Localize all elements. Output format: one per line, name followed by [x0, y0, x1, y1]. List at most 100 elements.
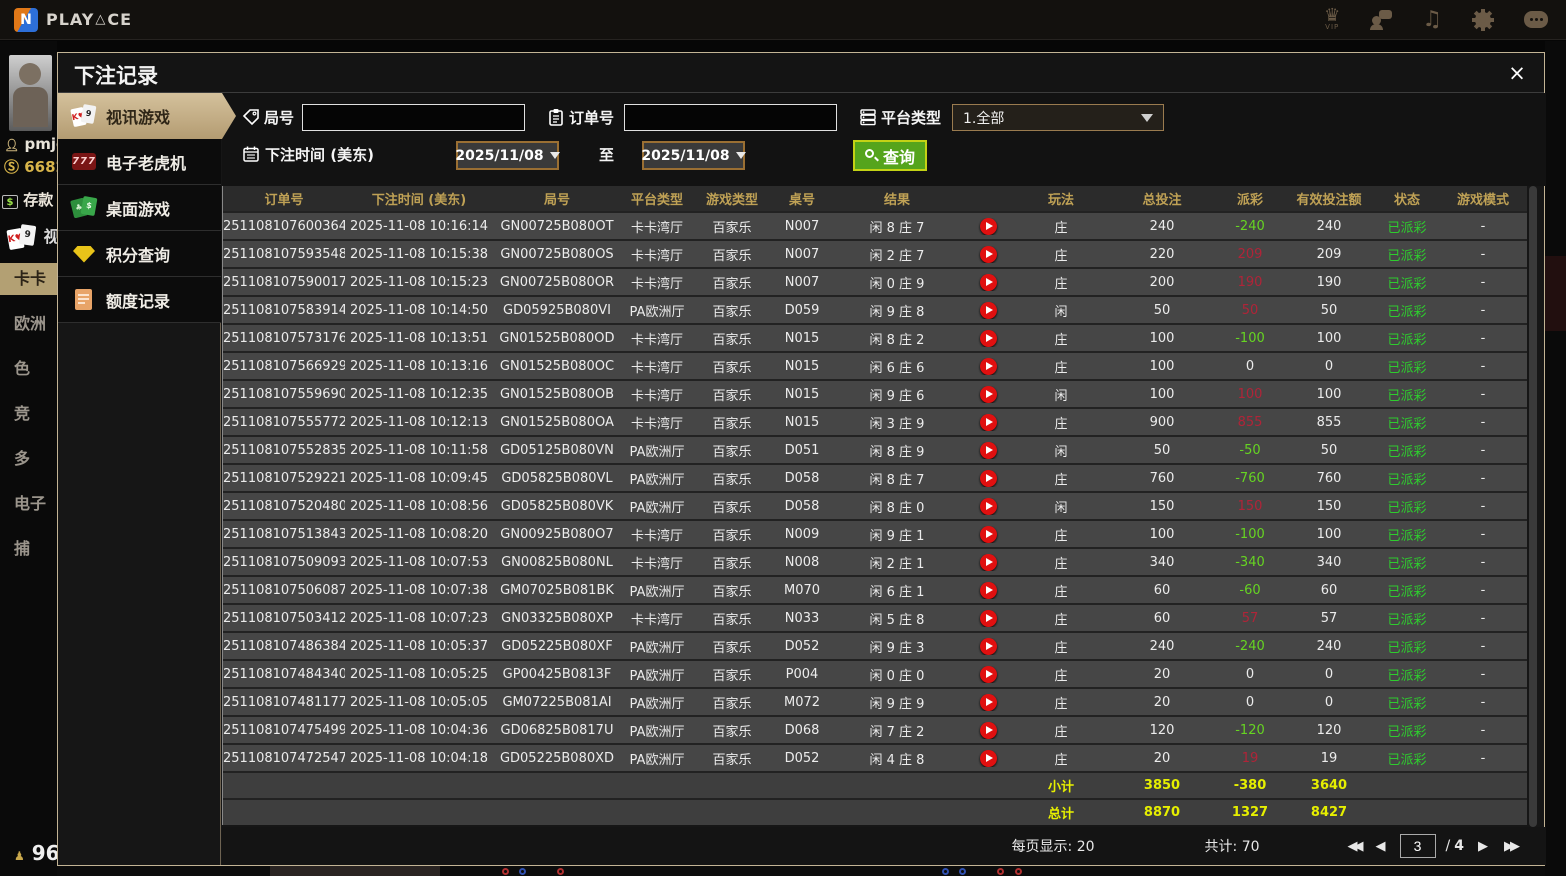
background-nav-item[interactable]: 卡卡 — [0, 263, 57, 295]
table-scrollbar[interactable] — [1529, 186, 1537, 827]
replay-button[interactable] — [979, 385, 997, 403]
last-page-icon[interactable]: ▶▶ — [1504, 839, 1520, 854]
replay-button[interactable] — [979, 357, 997, 375]
first-page-icon[interactable]: ◀◀ — [1348, 839, 1364, 854]
replay-button[interactable] — [979, 273, 997, 291]
table-games-icon: ♣ $ — [70, 195, 98, 221]
replay-button[interactable] — [979, 413, 997, 431]
filters-panel: 局号 订单号 平台类型 1.全部 下注时间 (美东) 2025/11/08 至 … — [222, 93, 1546, 186]
play-icon — [985, 530, 993, 538]
replay-button[interactable] — [979, 497, 997, 515]
close-icon[interactable]: × — [1504, 61, 1530, 87]
deposit-button[interactable]: $ 存款 — [2, 189, 53, 210]
cell-order: 251108107552835 — [223, 442, 345, 458]
video-games-nav[interactable]: K♥ 9 视 — [6, 223, 57, 251]
cell-table: M072 — [783, 694, 821, 710]
cell-valid-bet: 50 — [1320, 442, 1338, 458]
cell-table: N015 — [784, 358, 820, 374]
replay-button[interactable] — [979, 637, 997, 655]
cell-game: 百家乐 — [712, 640, 752, 656]
table-row: 251108107486384 2025-11-08 10:05:37 GD05… — [223, 633, 1527, 659]
settings-gear-icon[interactable] — [1472, 8, 1494, 31]
cell-total-bet: 100 — [1149, 358, 1175, 374]
cell-game: 百家乐 — [712, 528, 752, 544]
cell-valid-bet: 209 — [1316, 246, 1342, 262]
status-badge: 已派彩 — [1387, 640, 1427, 656]
cell-platform: 卡卡湾厅 — [630, 556, 683, 572]
cell-bet-type: 庄 — [1054, 612, 1068, 628]
background-nav-item[interactable]: 色 — [0, 353, 57, 385]
messages-icon[interactable] — [1524, 11, 1548, 28]
avatar[interactable] — [9, 55, 52, 131]
table-row: 251108107513843 2025-11-08 10:08:20 GN00… — [223, 521, 1527, 547]
bet-time-filter-label: 下注时间 (美东) — [265, 146, 374, 164]
music-icon[interactable]: ♫ — [1422, 7, 1442, 32]
replay-button[interactable] — [979, 721, 997, 739]
table-row: 251108107529221 2025-11-08 10:09:45 GD05… — [223, 465, 1527, 491]
cell-valid-bet: 0 — [1324, 358, 1334, 374]
round-input[interactable] — [302, 104, 525, 131]
cell-result: 闲 2 庄 7 — [869, 248, 925, 264]
replay-button[interactable] — [979, 665, 997, 683]
play-icon — [985, 726, 993, 734]
replay-button[interactable] — [979, 693, 997, 711]
background-nav-item[interactable]: 欧洲 — [0, 308, 57, 340]
vip-icon[interactable]: ♛ VIP — [1324, 6, 1340, 31]
replay-button[interactable] — [979, 441, 997, 459]
cell-result: 闲 9 庄 8 — [869, 304, 925, 320]
brand-logo[interactable]: N PLAY △ CE — [14, 7, 132, 32]
background-sidebar: 👤︎ pmjo Ⓢ 6682 $ 存款 K♥9 视 卡卡欧洲色竞多电子捕 ♟ 9… — [0, 41, 57, 876]
replay-button[interactable] — [979, 329, 997, 347]
search-button[interactable]: 查询 — [853, 140, 928, 171]
prev-page-icon[interactable]: ◀ — [1376, 839, 1386, 854]
cell-game: 百家乐 — [712, 276, 752, 292]
replay-button[interactable] — [979, 581, 997, 599]
replay-button[interactable] — [979, 553, 997, 571]
modal-sidebar-item[interactable]: K♥ 9 视讯游戏 — [58, 93, 236, 139]
play-icon — [985, 362, 993, 370]
platform-select[interactable]: 1.全部 — [952, 104, 1164, 131]
cell-total-bet: 100 — [1149, 386, 1175, 402]
cell-valid-bet: 100 — [1316, 386, 1342, 402]
cell-payout: -240 — [1235, 218, 1265, 234]
modal-sidebar-item[interactable]: ♣ $ 桌面游戏 — [58, 185, 221, 231]
replay-button[interactable] — [979, 301, 997, 319]
cell-payout: -60 — [1239, 582, 1261, 598]
replay-button[interactable] — [979, 609, 997, 627]
replay-button[interactable] — [979, 245, 997, 263]
background-nav-item[interactable]: 多 — [0, 443, 57, 475]
page-number-input[interactable] — [1399, 834, 1436, 858]
cell-table: N015 — [784, 386, 820, 402]
background-nav-item[interactable]: 电子 — [0, 488, 57, 520]
cell-bet-type: 闲 — [1054, 388, 1068, 404]
cell-total-bet: 240 — [1149, 218, 1175, 234]
header-order: 订单号 — [264, 193, 304, 208]
cell-payout: -50 — [1239, 442, 1261, 458]
cell-valid-bet: 0 — [1324, 666, 1334, 682]
replay-button[interactable] — [979, 469, 997, 487]
cell-round: GN03325B080XP — [501, 610, 613, 626]
order-input[interactable] — [624, 104, 837, 131]
replay-button[interactable] — [979, 217, 997, 235]
cell-time: 2025-11-08 10:09:45 — [349, 470, 489, 486]
modal-sidebar-item[interactable]: 777 电子老虎机 — [58, 139, 221, 185]
replay-button[interactable] — [979, 749, 997, 767]
date-to-select[interactable]: 2025/11/08 — [641, 141, 746, 170]
cell-round: GD05825B080VL — [501, 470, 613, 486]
cell-round: GD06825B0817U — [500, 722, 614, 738]
modal-sidebar-item[interactable]: 积分查询 — [58, 231, 221, 277]
cell-round: GP00425B0813F — [502, 666, 612, 682]
support-icon[interactable] — [1370, 9, 1393, 30]
background-nav-item[interactable]: 竞 — [0, 398, 57, 430]
subtotal-payout: -380 — [1233, 778, 1267, 793]
date-from-select[interactable]: 2025/11/08 — [455, 141, 560, 170]
background-nav-item[interactable]: 捕 — [0, 533, 57, 565]
modal-sidebar-item[interactable]: 额度记录 — [58, 277, 221, 323]
cell-valid-bet: 150 — [1316, 498, 1342, 514]
status-badge: 已派彩 — [1387, 584, 1427, 600]
cell-bet-type: 庄 — [1054, 556, 1068, 572]
replay-button[interactable] — [979, 525, 997, 543]
next-page-icon[interactable]: ▶ — [1478, 839, 1488, 854]
background-nav: 卡卡欧洲色竞多电子捕 — [0, 263, 57, 578]
status-badge: 已派彩 — [1387, 724, 1427, 740]
